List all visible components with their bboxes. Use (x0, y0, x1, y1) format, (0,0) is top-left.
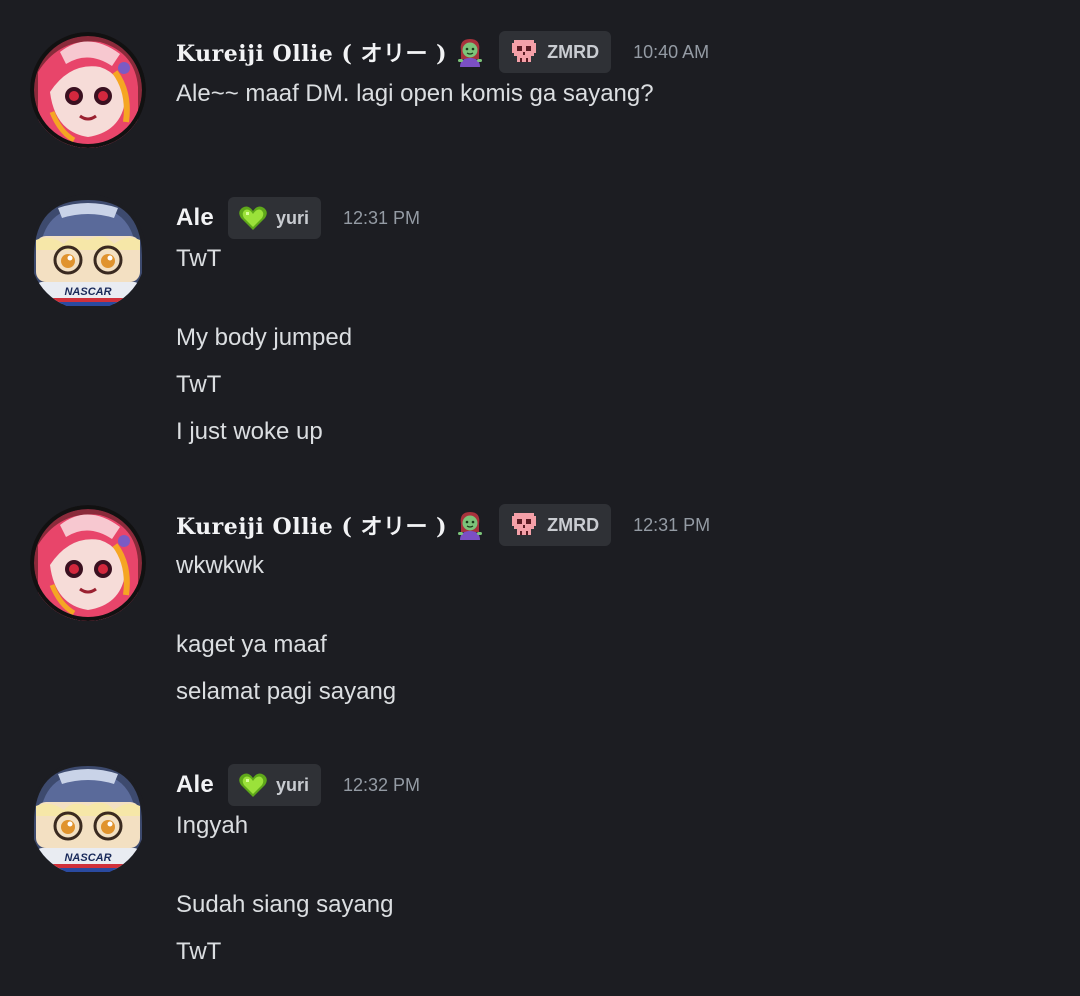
username[interactable]: Ale (176, 204, 214, 232)
username[interactable]: Kureiji Ollie ( オリー ) (176, 36, 447, 68)
message-text: TwT (176, 245, 222, 272)
message-header: Kureiji Ollie ( オリー ) ZMRD 10:40 AM (176, 30, 709, 74)
role-label: yuri (275, 774, 309, 795)
role-tag[interactable]: yuri (227, 764, 321, 806)
role-label: yuri (275, 207, 309, 228)
message-header: Kureiji Ollie ( オリー ) ZMRD 12:31 PM (176, 503, 710, 547)
timestamp[interactable]: 10:40 AM (633, 42, 709, 63)
role-label: ZMRD (547, 514, 600, 535)
role-label: ZMRD (547, 41, 600, 62)
green-heart-icon (238, 203, 268, 233)
woman-zombie-icon (455, 510, 485, 540)
message-text: selamat pagi sayang (176, 678, 397, 705)
message-text: wkwkwk (176, 552, 264, 579)
message-text: Ingyah (176, 812, 249, 839)
message-text: kaget ya maaf (176, 631, 327, 658)
timestamp[interactable]: 12:31 PM (343, 208, 420, 229)
role-tag[interactable]: yuri (227, 197, 321, 239)
username[interactable]: Kureiji Ollie ( オリー ) (176, 509, 447, 541)
avatar[interactable] (30, 505, 146, 621)
avatar[interactable] (30, 32, 146, 148)
message-header: Ale yuri 12:32 PM (176, 763, 420, 807)
woman-zombie-icon (455, 37, 485, 67)
avatar[interactable] (30, 760, 146, 876)
role-tag[interactable]: ZMRD (499, 31, 612, 73)
timestamp[interactable]: 12:31 PM (633, 515, 710, 536)
skull-icon (509, 510, 539, 540)
message-text: Ale~~ maaf DM. lagi open komis ga sayang… (176, 80, 654, 107)
username[interactable]: Ale (176, 771, 214, 799)
message-text: My body jumped (176, 324, 353, 351)
message-text: Sudah siang sayang (176, 891, 394, 918)
avatar[interactable] (30, 194, 146, 310)
timestamp[interactable]: 12:32 PM (343, 775, 420, 796)
green-heart-icon (238, 770, 268, 800)
message-header: Ale yuri 12:31 PM (176, 196, 420, 240)
message-text: TwT (176, 371, 222, 398)
role-tag[interactable]: ZMRD (499, 504, 612, 546)
skull-icon (509, 37, 539, 67)
message-text: I just woke up (176, 418, 323, 445)
message-text: TwT (176, 938, 222, 965)
